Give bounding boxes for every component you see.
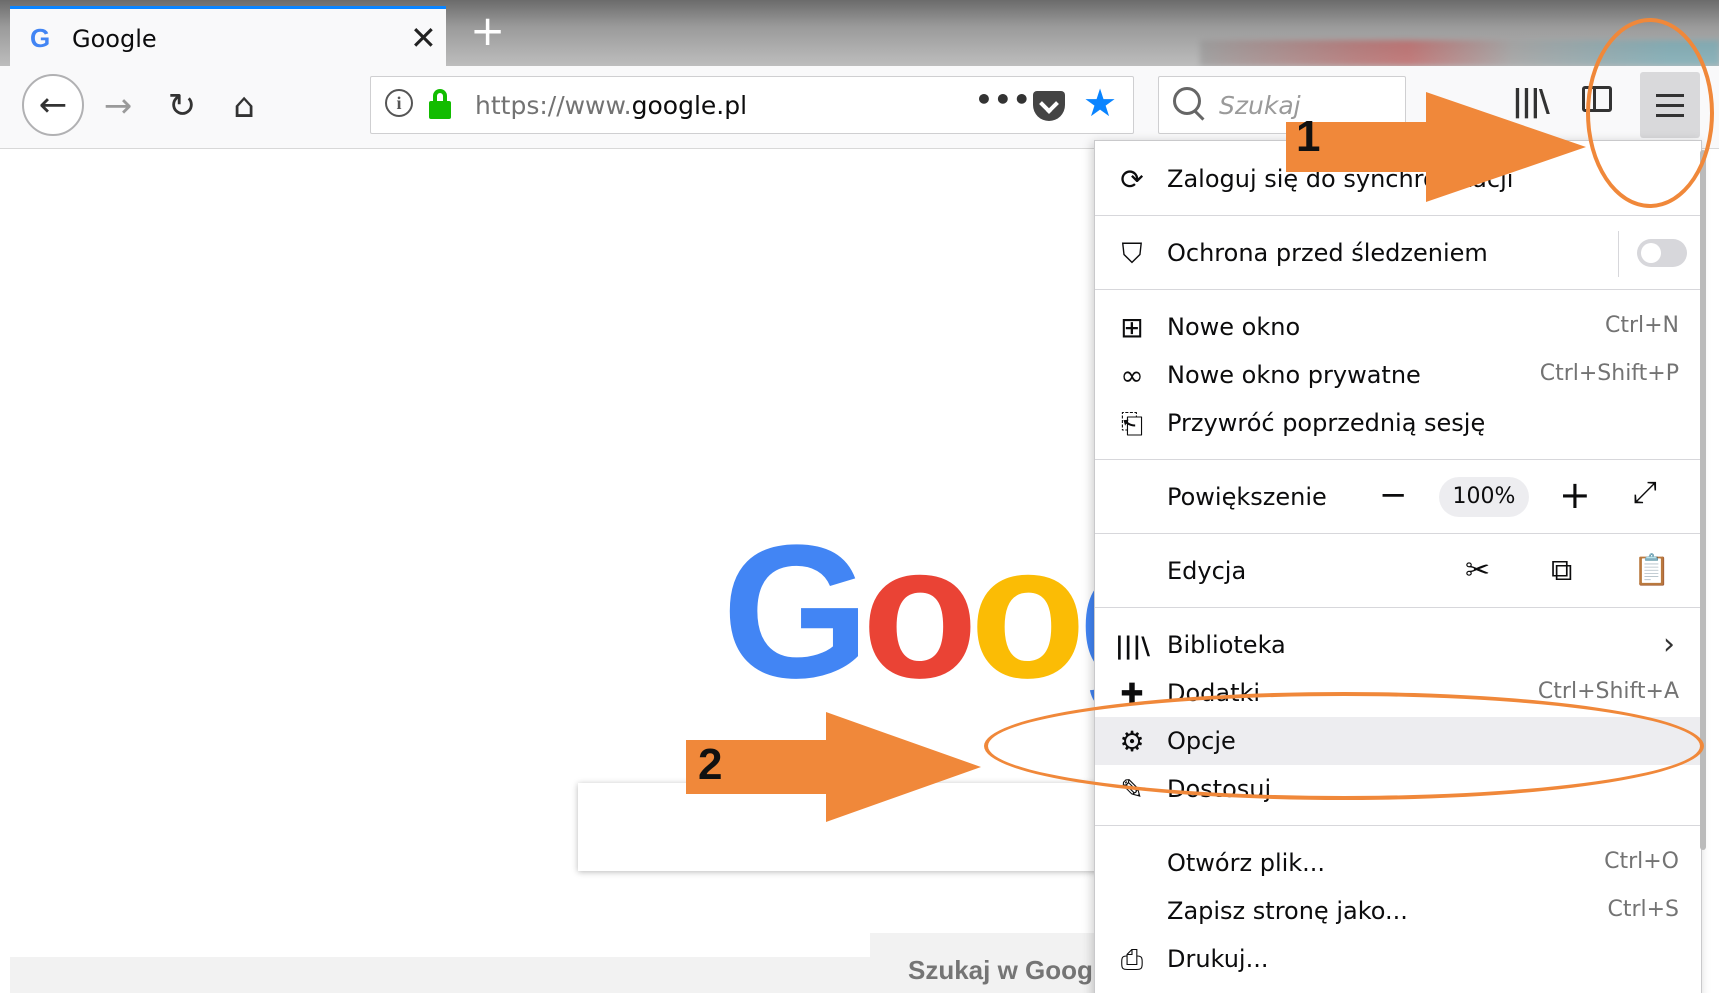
tab-strip: G Google ✕ +	[0, 0, 1719, 68]
pocket-icon[interactable]	[1033, 91, 1065, 121]
menu-separator	[1095, 533, 1701, 534]
zoom-reset-button[interactable]: 100%	[1439, 477, 1529, 517]
app-menu-panel: ⟳ Zaloguj się do synchronizacji ⛉ Ochron…	[1094, 140, 1702, 993]
tab-title: Google	[72, 25, 157, 53]
menu-separator	[1095, 289, 1701, 290]
forward-arrow-icon: →	[103, 86, 133, 126]
menu-item-label: Biblioteka	[1167, 631, 1286, 659]
menu-item-label: Otwórz plik...	[1167, 849, 1326, 877]
new-window-icon: ⊞	[1120, 311, 1144, 344]
url-prefix: https://www.	[475, 91, 632, 120]
back-arrow-icon: ←	[38, 85, 68, 125]
menu-item-label: Edycja	[1167, 557, 1247, 585]
new-tab-button[interactable]: +	[470, 8, 505, 54]
menu-separator	[1095, 215, 1701, 216]
menu-separator	[1095, 459, 1701, 460]
google-favicon-icon: G	[30, 23, 51, 53]
cut-icon[interactable]: ✂	[1465, 553, 1490, 588]
private-mask-icon: ∞	[1120, 359, 1144, 392]
close-tab-icon[interactable]: ✕	[410, 19, 437, 57]
restore-session-icon: ⎗	[1120, 407, 1144, 440]
library-icon: |||\	[1115, 632, 1151, 660]
tab-google[interactable]: G Google ✕	[10, 6, 446, 68]
menu-separator	[1095, 607, 1701, 608]
url-domain: google.pl	[631, 91, 748, 120]
annotation-number-1: 1	[1296, 112, 1321, 161]
sync-icon: ⟳	[1120, 163, 1144, 196]
lock-icon[interactable]	[429, 89, 451, 119]
logo-letter: o	[861, 506, 978, 718]
menu-item-label: Ochrona przed śledzeniem	[1167, 239, 1488, 267]
menu-item-label: Drukuj...	[1167, 945, 1269, 973]
annotation-number-2: 2	[698, 740, 723, 789]
menu-item-library[interactable]: |||\ Biblioteka ›	[1095, 623, 1701, 669]
printer-icon: ⎙	[1120, 943, 1144, 976]
menu-shortcut: Ctrl+Shift+P	[1539, 361, 1679, 386]
logo-letter: o	[969, 506, 1086, 718]
zoom-out-button[interactable]: −	[1379, 475, 1408, 515]
menu-shortcut: Ctrl+N	[1604, 313, 1679, 338]
reload-button[interactable]: ↻	[154, 78, 210, 134]
url-bar[interactable]: i https://www.google.pl ••• ★	[370, 76, 1134, 134]
shield-icon: ⛉	[1121, 237, 1143, 270]
logo-letter: G	[722, 506, 870, 718]
annotation-circle-1	[1586, 18, 1714, 208]
menu-item-restore-session[interactable]: ⎗ Przywróć poprzednią sesję	[1095, 401, 1701, 447]
menu-separator	[1618, 231, 1619, 277]
menu-item-label: Zapisz stronę jako...	[1167, 897, 1408, 925]
menu-item-label: Nowe okno	[1167, 313, 1301, 341]
menu-item-label: Przywróć poprzednią sesję	[1167, 409, 1486, 437]
home-button[interactable]: ⌂	[216, 78, 272, 134]
menu-item-open-file[interactable]: Otwórz plik... Ctrl+O	[1095, 841, 1701, 887]
chevron-right-icon: ›	[1663, 627, 1675, 662]
menu-item-zoom: Powiększenie − 100% + ⤢	[1095, 473, 1701, 521]
search-icon	[1173, 87, 1201, 115]
back-button[interactable]: ←	[22, 74, 84, 136]
menu-shortcut: Ctrl+Shift+A	[1537, 679, 1679, 704]
menu-item-label: Powiększenie	[1167, 483, 1327, 511]
menu-item-label: Nowe okno prywatne	[1167, 361, 1421, 389]
google-search-button-label: Szukaj w Goog	[908, 955, 1093, 985]
tracking-protection-toggle[interactable]	[1637, 239, 1687, 267]
annotation-arrow-1	[1286, 92, 1586, 202]
copy-icon[interactable]: ⧉	[1551, 553, 1572, 588]
reload-icon: ↻	[167, 86, 197, 126]
url-text[interactable]: https://www.google.pl	[475, 91, 747, 120]
zoom-in-button[interactable]: +	[1559, 473, 1591, 517]
menu-shortcut: Ctrl+O	[1604, 849, 1679, 874]
fullscreen-icon[interactable]: ⤢	[1633, 475, 1657, 510]
menu-shortcut: Ctrl+S	[1607, 897, 1679, 922]
menu-item-private-window[interactable]: ∞ Nowe okno prywatne Ctrl+Shift+P	[1095, 353, 1701, 399]
info-icon[interactable]: i	[385, 89, 413, 117]
menu-item-save-page[interactable]: Zapisz stronę jako... Ctrl+S	[1095, 889, 1701, 935]
annotation-circle-2	[984, 692, 1704, 800]
home-icon: ⌂	[233, 86, 255, 126]
menu-separator	[1095, 825, 1701, 826]
page-actions-icon[interactable]: •••	[975, 83, 1032, 116]
paste-icon[interactable]: 📋	[1633, 553, 1670, 588]
menu-item-tracking-protection[interactable]: ⛉ Ochrona przed śledzeniem	[1095, 231, 1701, 277]
menu-item-print[interactable]: ⎙ Drukuj...	[1095, 937, 1701, 983]
menu-item-edit: Edycja ✂ ⧉ 📋	[1095, 549, 1701, 595]
forward-button[interactable]: →	[90, 78, 146, 134]
browser-window: G Google ✕ + ← → ↻ ⌂ i https://www.googl…	[0, 0, 1719, 993]
bookmark-star-icon[interactable]: ★	[1083, 81, 1117, 125]
menu-item-new-window[interactable]: ⊞ Nowe okno Ctrl+N	[1095, 305, 1701, 351]
annotation-arrow-2	[686, 712, 981, 822]
